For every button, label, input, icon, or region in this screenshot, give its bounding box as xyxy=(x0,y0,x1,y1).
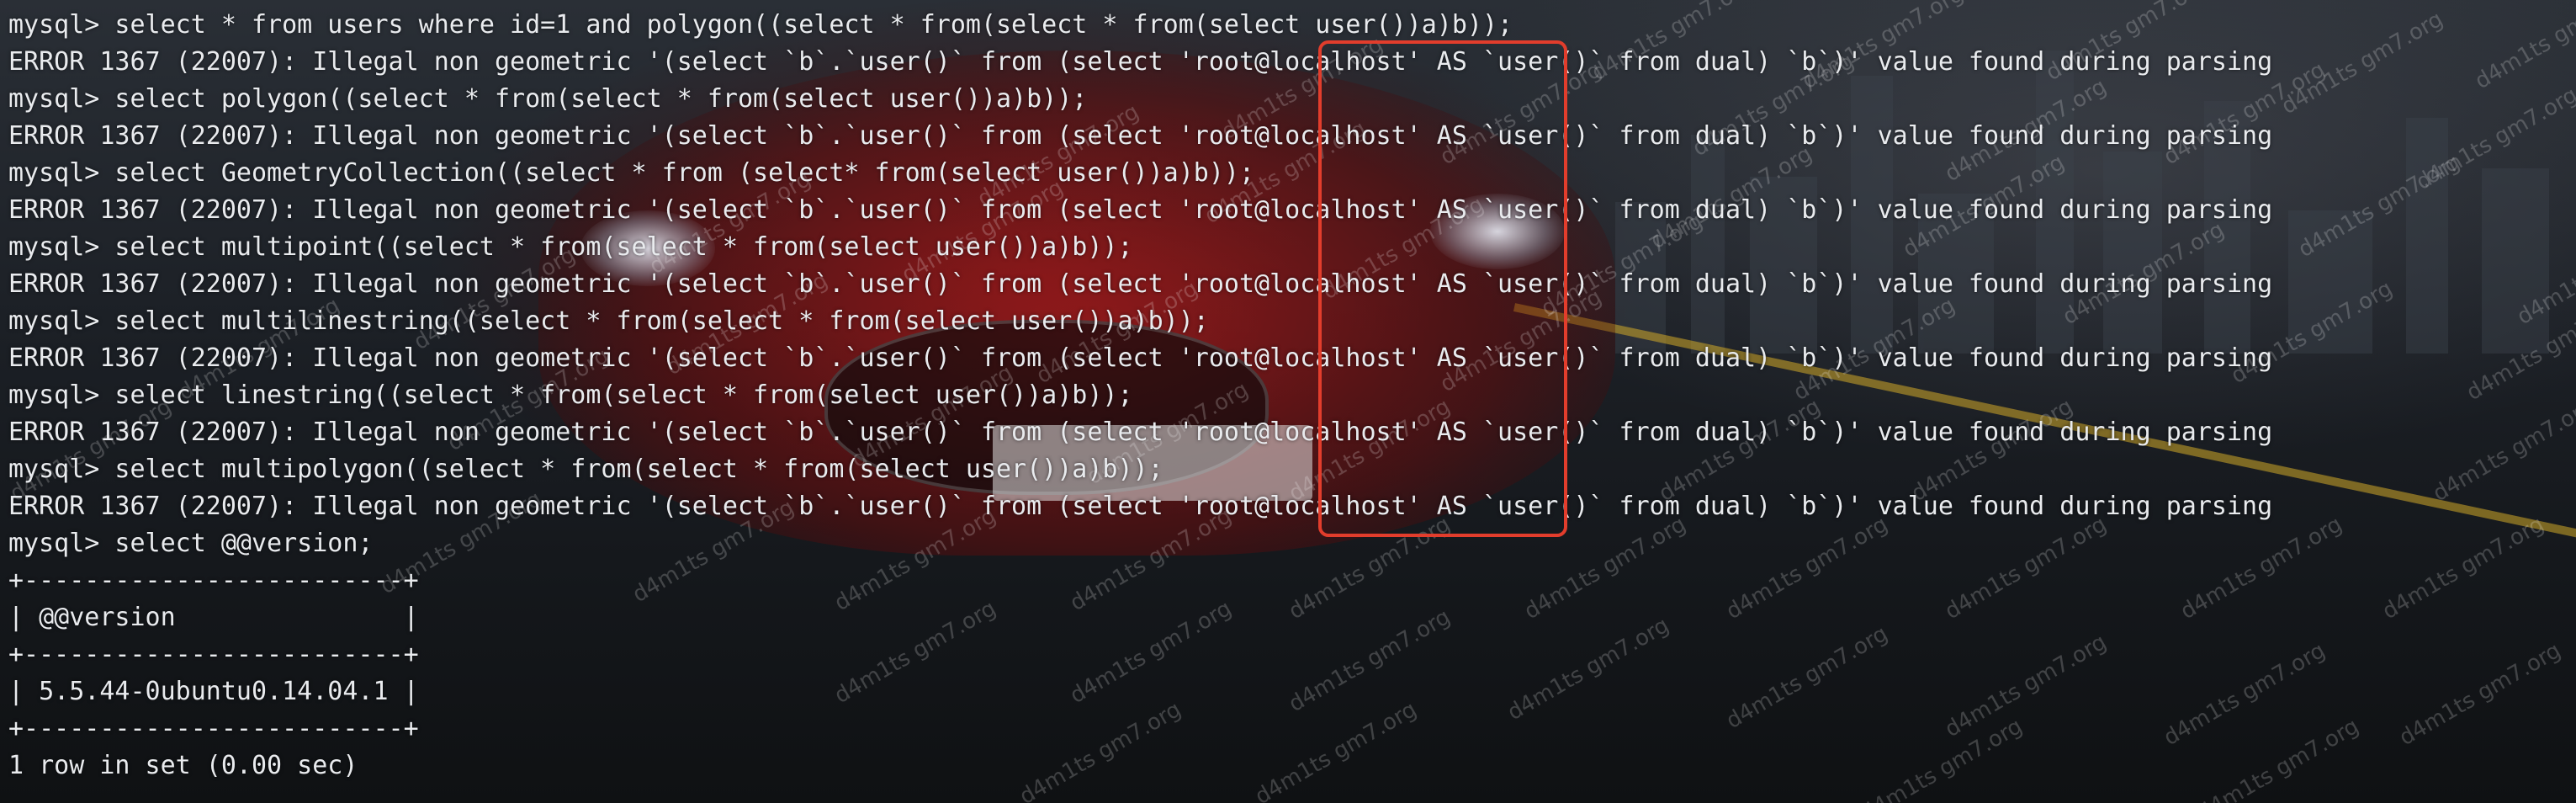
terminal-line: mysql> select multipolygon((select * fro… xyxy=(8,455,1163,484)
terminal-line: +-------------------------+ xyxy=(8,640,419,669)
terminal-line: 1 row in set (0.00 sec) xyxy=(8,751,358,780)
terminal-line: mysql> select linestring((select * from(… xyxy=(8,380,1133,410)
terminal-line: mysql> select @@version; xyxy=(8,529,374,558)
terminal-line: mysql> select multipoint((select * from(… xyxy=(8,232,1133,262)
terminal-window[interactable]: mysql> select * from users where id=1 an… xyxy=(0,0,2576,803)
terminal-line: mysql> select multilinestring((select * … xyxy=(8,306,1209,336)
terminal-line: ERROR 1367 (22007): Illegal non geometri… xyxy=(8,492,2273,521)
terminal-line: | 5.5.44-0ubuntu0.14.04.1 | xyxy=(8,677,419,706)
terminal-line: ERROR 1367 (22007): Illegal non geometri… xyxy=(8,195,2273,225)
terminal-line: mysql> select * from users where id=1 an… xyxy=(8,10,1513,40)
terminal-line: mysql> select polygon((select * from(sel… xyxy=(8,84,1088,114)
terminal-line: mysql> select GeometryCollection((select… xyxy=(8,158,1255,188)
terminal-line: ERROR 1367 (22007): Illegal non geometri… xyxy=(8,47,2273,77)
terminal-line: ERROR 1367 (22007): Illegal non geometri… xyxy=(8,269,2273,299)
terminal-line: ERROR 1367 (22007): Illegal non geometri… xyxy=(8,121,2273,151)
terminal-line: ERROR 1367 (22007): Illegal non geometri… xyxy=(8,343,2273,373)
terminal-line: ERROR 1367 (22007): Illegal non geometri… xyxy=(8,417,2273,447)
terminal-line: +-------------------------+ xyxy=(8,714,419,743)
terminal-line: +-------------------------+ xyxy=(8,566,419,595)
terminal-line: | @@version | xyxy=(8,603,419,632)
annotation-highlight-box xyxy=(1318,40,1567,537)
